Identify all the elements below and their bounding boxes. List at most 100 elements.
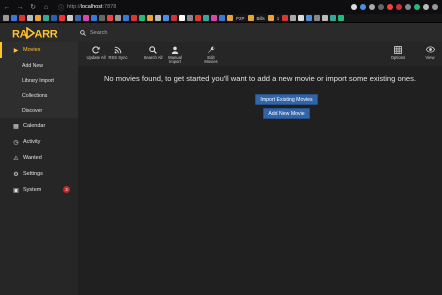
view-label: View <box>425 55 435 60</box>
manual-import-button[interactable]: Manual Import <box>166 42 184 65</box>
bookmark-icon[interactable] <box>19 15 25 21</box>
sidebar-item-activity[interactable]: ◷ Activity <box>0 134 78 150</box>
bookmark-icon[interactable] <box>179 15 185 21</box>
bookmark-icon[interactable] <box>314 15 321 21</box>
bookmark-icon[interactable] <box>155 15 161 21</box>
url-scheme: http:// <box>67 4 81 10</box>
bookmark-icon[interactable] <box>123 15 129 21</box>
import-existing-movies-button[interactable]: Import Existing Movies <box>255 94 318 105</box>
url-host: localhost <box>80 4 103 10</box>
bookmark-icon[interactable] <box>211 15 217 21</box>
play-icon: ▶ <box>13 47 19 54</box>
search-box[interactable]: Search <box>80 30 107 36</box>
download-icon[interactable] <box>378 4 384 10</box>
sidebar-item-wanted[interactable]: ⚠ Wanted <box>0 150 78 166</box>
bookmark-icon[interactable] <box>91 15 97 21</box>
options-button[interactable]: Options <box>387 42 409 60</box>
bookmark-icon[interactable] <box>35 15 41 21</box>
bookmark-folder-bills[interactable]: Bills <box>257 16 265 21</box>
bookmark-icon[interactable] <box>338 15 345 21</box>
bookmark-icon[interactable] <box>3 15 9 21</box>
home-icon[interactable]: ⌂ <box>40 1 52 13</box>
sidebar-item-movies[interactable]: ▶ Movies <box>0 42 78 58</box>
sidebar-item-label: System <box>23 187 42 193</box>
bookmark-icon[interactable] <box>282 15 289 21</box>
bookmark-icon[interactable] <box>131 15 137 21</box>
bookmark-icon[interactable] <box>203 15 209 21</box>
back-icon[interactable]: ← <box>1 1 13 13</box>
sidebar-item-label: Activity <box>23 139 41 145</box>
bookmark-icon[interactable] <box>75 15 81 21</box>
bookmark-icon[interactable] <box>83 15 89 21</box>
reload-icon[interactable]: ↻ <box>27 1 39 13</box>
sidebar-subitem-discover[interactable]: Discover <box>0 103 78 118</box>
sidebar-item-calendar[interactable]: ▦ Calendar <box>0 118 78 134</box>
forward-icon[interactable]: → <box>14 1 26 13</box>
bookmark-icon[interactable] <box>322 15 329 21</box>
sidebar: ▶ Movies Add New Library Import Collecti… <box>0 42 78 295</box>
sidebar-subitem-collections[interactable]: Collections <box>0 88 78 103</box>
bookmark-folder-1[interactable]: 1 <box>277 16 280 21</box>
bookmark-icon[interactable] <box>330 15 337 21</box>
search-icon <box>80 29 86 36</box>
bookmark-folder-p2p[interactable]: P2P <box>236 16 245 21</box>
rss-icon <box>114 45 122 54</box>
bookmark-icon[interactable] <box>306 15 313 21</box>
bookmark-icon[interactable] <box>187 15 193 21</box>
bookmark-icon[interactable] <box>11 15 17 21</box>
extension-icon[interactable] <box>414 4 420 10</box>
edit-movies-button[interactable]: Edit Movies <box>202 42 220 65</box>
sidebar-subitem-add-new[interactable]: Add New <box>0 58 78 73</box>
sidebar-item-settings[interactable]: ⚙ Settings <box>0 166 78 182</box>
bookmark-icon[interactable] <box>171 15 177 21</box>
folder-icon[interactable] <box>227 15 233 21</box>
address-bar[interactable]: ⓘ http://localhost:7878 <box>58 2 308 12</box>
bookmark-icon[interactable] <box>298 15 305 21</box>
shield-icon[interactable] <box>351 4 357 10</box>
bookmark-icon[interactable] <box>99 15 105 21</box>
bookmark-icon[interactable] <box>139 15 145 21</box>
bookmark-icon[interactable] <box>147 15 153 21</box>
bookmark-icon[interactable] <box>43 15 49 21</box>
refresh-icon <box>92 45 100 54</box>
search-all-button[interactable]: Search All <box>143 42 163 60</box>
bookmark-icon[interactable] <box>290 15 297 21</box>
extension-icon[interactable] <box>360 4 366 10</box>
bookmark-icon[interactable] <box>219 15 225 21</box>
bookmark-icon[interactable] <box>115 15 121 21</box>
bookmark-icon[interactable] <box>59 15 65 21</box>
extension-icon[interactable] <box>405 4 411 10</box>
bookmark-icon[interactable] <box>163 15 169 21</box>
search-input[interactable]: Search <box>90 30 107 36</box>
svg-text:ARR: ARR <box>35 28 58 39</box>
app-header: RA ARR Search <box>0 23 442 42</box>
bookmark-icon[interactable] <box>107 15 113 21</box>
bookmark-icon[interactable] <box>195 15 201 21</box>
rss-sync-button[interactable]: RSS Sync <box>108 42 128 60</box>
extension-icon[interactable] <box>369 4 375 10</box>
view-button[interactable]: View <box>422 42 438 60</box>
page-toolbar: Update All RSS Sync Search All Manual Im… <box>78 42 442 66</box>
add-new-movie-button[interactable]: Add New Movie <box>263 108 310 119</box>
health-badge: 3 <box>63 186 70 193</box>
bookmark-icon[interactable] <box>51 15 57 21</box>
extension-icon[interactable] <box>396 4 402 10</box>
wrench-icon <box>207 45 215 54</box>
bookmark-icon[interactable] <box>27 15 33 21</box>
options-label: Options <box>390 55 406 60</box>
folder-icon[interactable] <box>247 15 254 21</box>
edit-movies-label-2: Movies <box>204 59 218 65</box>
bookmark-icon[interactable] <box>67 15 73 21</box>
update-all-button[interactable]: Update All <box>85 42 107 60</box>
extension-icon[interactable] <box>387 4 393 10</box>
sidebar-subitem-library-import[interactable]: Library Import <box>0 73 78 88</box>
warning-icon: ⚠ <box>13 155 19 162</box>
folder-icon[interactable] <box>267 15 274 21</box>
radarr-logo[interactable]: RA ARR <box>0 23 78 42</box>
info-icon: ⓘ <box>58 5 65 12</box>
extension-icon[interactable] <box>423 4 429 10</box>
eye-icon <box>425 45 435 54</box>
menu-icon[interactable] <box>432 4 438 10</box>
cogs-icon: ⚙ <box>13 171 19 178</box>
sidebar-item-system[interactable]: ▣ System 3 <box>0 182 78 198</box>
